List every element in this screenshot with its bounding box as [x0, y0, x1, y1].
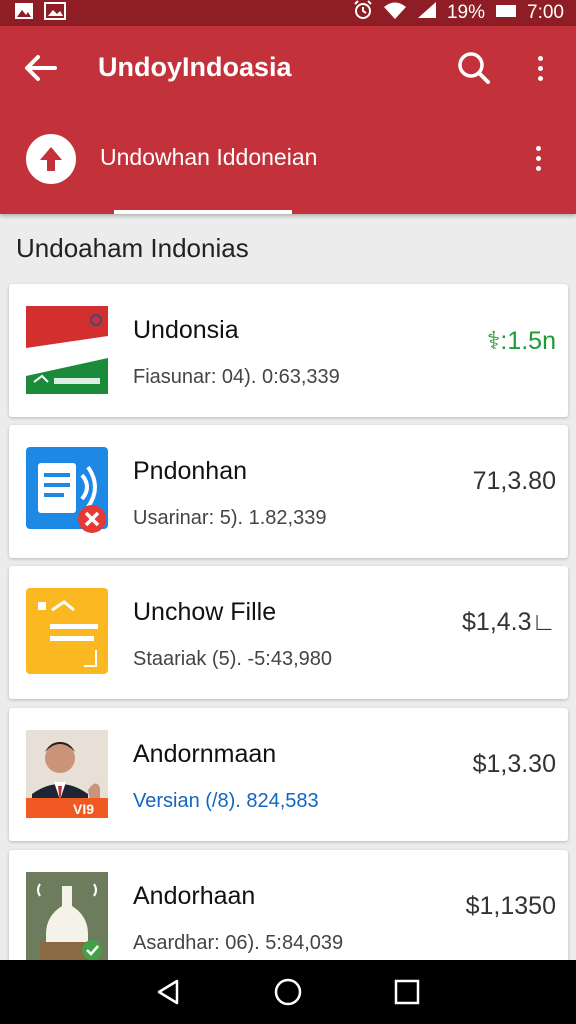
sub-header-title[interactable]: Undowhan Iddoneian [100, 144, 317, 171]
search-icon [458, 52, 490, 84]
item-title: Pndonhan [133, 457, 248, 485]
back-icon [158, 979, 179, 1005]
photo-icon [44, 2, 66, 24]
tab-indicator [114, 210, 292, 214]
item-title: Andorhaan [133, 882, 256, 910]
item-subtitle: Fiasunar: 04). 0:63,339 [133, 366, 340, 388]
recents-icon [394, 979, 419, 1005]
arrow-back-icon [25, 55, 57, 81]
app-bar: UndoyIndoasia Undowhan Iddoneian [0, 26, 576, 214]
list-item[interactable]: Unchow Fille Staariak (5). -5:43,980 $1,… [9, 566, 568, 699]
alarm-icon [353, 0, 373, 26]
item-subtitle: Staariak (5). -5:43,980 [133, 648, 332, 670]
battery-icon [495, 2, 517, 24]
more-vert-icon [537, 55, 543, 81]
item-subtitle: Asardhar: 06). 5:84,039 [133, 932, 344, 954]
item-title: Undonsia [133, 316, 239, 344]
home-icon [274, 978, 302, 1006]
item-subtitle[interactable]: Versian (/8). 824,583 [133, 790, 319, 813]
back-button[interactable] [16, 44, 64, 92]
person-photo-icon: VI9 [26, 730, 108, 818]
upload-arrow-icon[interactable] [26, 134, 76, 184]
svg-text:VI9: VI9 [73, 801, 94, 817]
app-title: UndoyIndoasia [98, 52, 292, 82]
signal-icon [417, 1, 437, 25]
battery-percent: 19% [446, 2, 486, 23]
item-price: $1,4.3∟ [462, 608, 556, 636]
item-subtitle: Usarinar: 5). 1.82,339 [133, 507, 327, 529]
bottle-app-icon [26, 872, 108, 960]
file-app-icon [26, 588, 108, 676]
status-bar: 19% 7:00 [0, 0, 576, 26]
toolbar: UndoyIndoasia [0, 26, 576, 110]
wifi-icon [383, 1, 407, 25]
search-button[interactable] [450, 44, 498, 92]
item-price: ⚕:1.5n [486, 327, 556, 355]
sub-header-overflow-button[interactable] [514, 134, 562, 182]
nav-recents-button[interactable] [377, 962, 437, 1022]
nav-back-button[interactable] [139, 962, 199, 1022]
more-vert-icon [535, 145, 541, 171]
item-title: Andornmaan [133, 740, 277, 768]
sub-header: Undowhan Iddoneian [0, 110, 576, 214]
image-icon [14, 2, 34, 24]
system-nav-bar [0, 960, 576, 1024]
clock: 7:00 [527, 2, 564, 23]
list-item[interactable]: Pndonhan Usarinar: 5). 1.82,339 71,3.80 [9, 425, 568, 558]
document-app-icon [26, 447, 108, 535]
flag-app-icon [26, 306, 108, 394]
list-item[interactable]: Undonsia Fiasunar: 04). 0:63,339 ⚕:1.5n [9, 284, 568, 417]
section-title: Undoaham Indonias [16, 233, 249, 263]
overflow-menu-button[interactable] [516, 44, 564, 92]
nav-home-button[interactable] [258, 962, 318, 1022]
item-price: $1,1350 [465, 892, 556, 920]
item-title: Unchow Fille [133, 598, 277, 626]
item-price: $1,3.30 [472, 750, 556, 778]
item-price: 71,3.80 [472, 467, 556, 495]
list-item[interactable]: VI9 Andornmaan Versian (/8). 824,583 $1,… [9, 708, 568, 841]
